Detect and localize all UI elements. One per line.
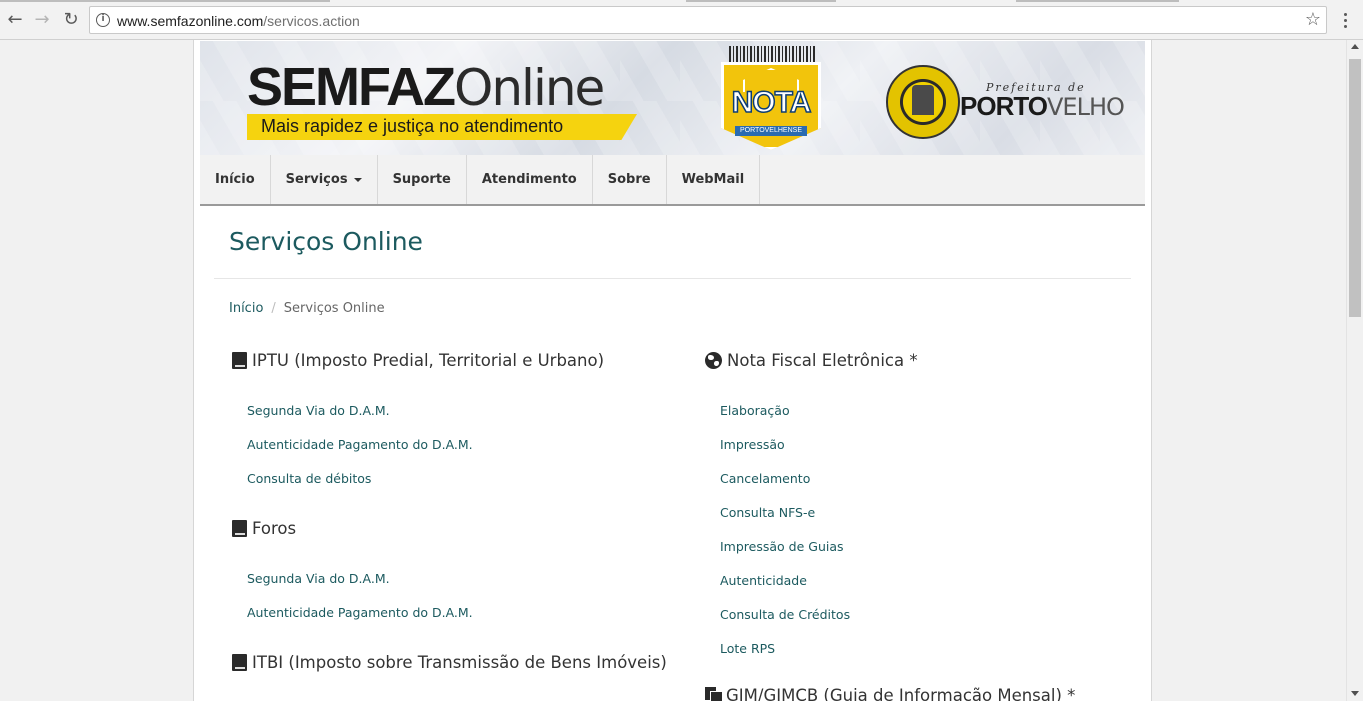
- iptu-link-segunda-via[interactable]: Segunda Via do D.A.M.: [247, 403, 390, 418]
- address-bar[interactable]: i www.semfazonline.com/servicos.action ☆: [89, 6, 1327, 34]
- url-path: /servicos.action: [263, 13, 360, 29]
- porto-text: PORTO: [960, 91, 1048, 121]
- nfe-link-consulta-creditos[interactable]: Consulta de Créditos: [720, 607, 850, 622]
- tab-strip-edge: [1016, 0, 1179, 2]
- nfe-link-autenticidade[interactable]: Autenticidade: [720, 573, 807, 588]
- barcode-icon: [729, 46, 815, 64]
- section-title: Nota Fiscal Eletrônica *: [727, 351, 918, 370]
- tab-strip-edge: [686, 0, 836, 2]
- tagline-text: Mais rapidez e justiça no atendimento: [261, 116, 564, 136]
- book-icon: [232, 654, 247, 671]
- section-itbi-heading: ITBI (Imposto sobre Transmissão de Bens …: [232, 653, 667, 672]
- nfe-link-consulta-nfse[interactable]: Consulta NFS-e: [720, 505, 815, 520]
- section-title: IPTU (Imposto Predial, Territorial e Urb…: [252, 351, 605, 370]
- section-foros-heading: Foros: [232, 519, 296, 538]
- page-container: SEMFAZOnline Mais rapidez e justiça no a…: [193, 40, 1152, 701]
- globe-icon: [705, 352, 722, 369]
- kebab-menu-icon[interactable]: [1337, 9, 1353, 31]
- nfe-link-elaboracao[interactable]: Elaboração: [720, 403, 790, 418]
- breadcrumb-separator: /: [271, 301, 276, 316]
- foros-link-segunda-via[interactable]: Segunda Via do D.A.M.: [247, 571, 390, 586]
- scroll-up-arrow-icon[interactable]: [1351, 44, 1359, 49]
- main-navbar: Início Serviços Suporte Atendimento Sobr…: [200, 155, 1145, 206]
- book-icon: [232, 520, 247, 537]
- nav-item-webmail[interactable]: WebMail: [667, 155, 761, 204]
- city-seal-icon: [886, 65, 960, 139]
- url-host: www.semfazonline.com: [117, 13, 264, 29]
- caret-down-icon: [353, 177, 362, 182]
- section-title: Foros: [252, 519, 297, 538]
- info-icon[interactable]: i: [96, 13, 110, 27]
- title-divider: [214, 278, 1131, 279]
- nfe-link-impressao-guias[interactable]: Impressão de Guias: [720, 539, 844, 554]
- nav-item-suporte[interactable]: Suporte: [378, 155, 467, 204]
- nfe-link-impressao[interactable]: Impressão: [720, 437, 785, 452]
- nav-item-label: Suporte: [392, 172, 451, 187]
- section-title: ITBI (Imposto sobre Transmissão de Bens …: [252, 653, 667, 672]
- book-icon: [232, 352, 247, 369]
- nav-item-label: Atendimento: [481, 172, 577, 187]
- nfe-link-lote-rps[interactable]: Lote RPS: [720, 641, 775, 656]
- section-nfe-heading: Nota Fiscal Eletrônica *: [705, 351, 918, 370]
- breadcrumb-current: Serviços Online: [283, 301, 385, 316]
- page-scrollbar[interactable]: [1346, 40, 1363, 701]
- logo-bold-text: SEMFAZ: [247, 57, 456, 117]
- reload-icon[interactable]: ↻: [60, 9, 82, 31]
- section-gim-heading: GIM/GIMCB (Guia de Informação Mensal) *: [705, 686, 1075, 701]
- nav-item-label: Serviços: [285, 172, 348, 187]
- nfe-link-cancelamento[interactable]: Cancelamento: [720, 471, 810, 486]
- tagline-banner: Mais rapidez e justiça no atendimento: [247, 114, 637, 140]
- breadcrumb: Início / Serviços Online: [229, 301, 385, 316]
- url-text[interactable]: www.semfazonline.com/servicos.action: [117, 13, 360, 29]
- nav-item-atendimento[interactable]: Atendimento: [467, 155, 593, 204]
- browser-toolbar: ← → ↻ i www.semfazonline.com/servicos.ac…: [0, 0, 1363, 40]
- porto-velho-logo: PORTOVELHO: [960, 91, 1125, 122]
- velho-text: VELHO: [1046, 93, 1125, 121]
- iptu-link-autenticidade[interactable]: Autenticidade Pagamento do D.A.M.: [247, 437, 473, 452]
- scroll-down-arrow-icon[interactable]: [1351, 691, 1359, 696]
- nota-portovelhense-logo: NOTA PORTOVELHENSE: [721, 46, 821, 151]
- tab-strip-edge: [0, 0, 330, 2]
- nota-title: NOTA: [731, 85, 812, 120]
- star-icon[interactable]: ☆: [1305, 9, 1321, 30]
- page-title: Serviços Online: [229, 227, 423, 256]
- nav-item-label: Sobre: [607, 172, 651, 187]
- foros-link-autenticidade[interactable]: Autenticidade Pagamento do D.A.M.: [247, 605, 473, 620]
- forward-arrow-icon[interactable]: →: [31, 9, 53, 31]
- section-iptu-heading: IPTU (Imposto Predial, Territorial e Urb…: [232, 351, 604, 370]
- scrollbar-thumb[interactable]: [1349, 59, 1361, 317]
- iptu-link-consulta-debitos[interactable]: Consulta de débitos: [247, 471, 371, 486]
- files-icon: [705, 687, 723, 701]
- breadcrumb-home-link[interactable]: Início: [229, 301, 263, 316]
- section-title: GIM/GIMCB (Guia de Informação Mensal) *: [726, 686, 1076, 701]
- back-arrow-icon[interactable]: ←: [4, 9, 26, 31]
- nav-item-sobre[interactable]: Sobre: [593, 155, 667, 204]
- nav-item-label: Início: [215, 172, 255, 187]
- header-banner: SEMFAZOnline Mais rapidez e justiça no a…: [200, 41, 1145, 155]
- nav-item-servicos[interactable]: Serviços: [271, 155, 378, 204]
- nav-item-label: WebMail: [681, 172, 745, 187]
- semfaz-logo[interactable]: SEMFAZOnline: [247, 56, 605, 118]
- nav-item-inicio[interactable]: Início: [200, 155, 271, 204]
- logo-light-text: Online: [454, 59, 605, 117]
- nota-subtitle: PORTOVELHENSE: [735, 126, 807, 136]
